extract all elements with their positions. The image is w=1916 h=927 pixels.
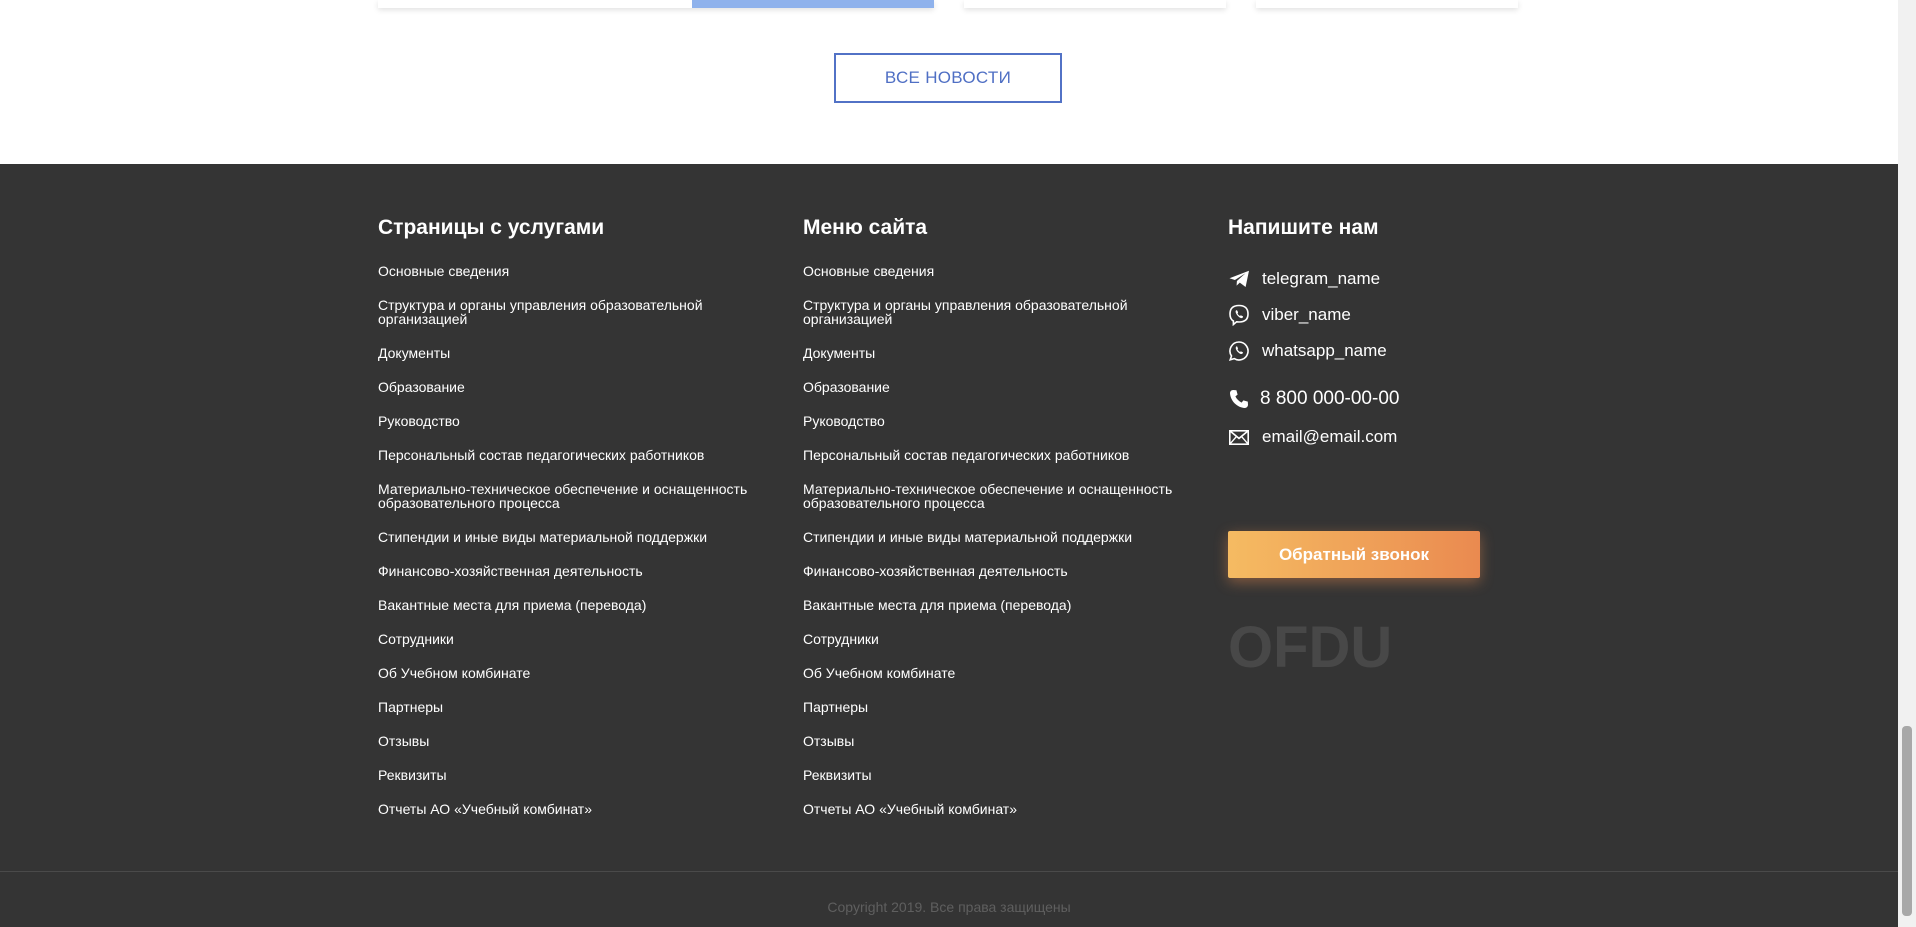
whatsapp-link[interactable]: whatsapp_name [1228,338,1528,364]
news-section-bottom: ВСЕ НОВОСТИ [0,0,1898,164]
news-card[interactable] [964,0,1226,8]
menu-link[interactable]: Партнеры [803,700,1203,714]
services-link[interactable]: Вакантные места для приема (перевода) [378,598,778,612]
services-link[interactable]: Партнеры [378,700,778,714]
telegram-link[interactable]: telegram_name [1228,266,1528,292]
menu-link[interactable]: Образование [803,380,1203,394]
whatsapp-icon [1228,340,1250,362]
menu-link[interactable]: Руководство [803,414,1203,428]
services-link[interactable]: Основные сведения [378,264,778,278]
services-link[interactable]: Отчеты АО «Учебный комбинат» [378,802,778,816]
callback-button[interactable]: Обратный звонок [1228,531,1480,578]
menu-link[interactable]: Финансово-хозяйственная деятельность [803,564,1203,578]
footer-divider [0,871,1898,872]
services-link[interactable]: Персональный состав педагогических работ… [378,448,778,462]
phone-icon [1228,388,1250,410]
viber-name: viber_name [1262,305,1351,324]
services-link[interactable]: Об Учебном комбинате [378,666,778,680]
viber-link[interactable]: viber_name [1228,302,1528,328]
scrollbar-thumb[interactable] [1902,726,1912,916]
menu-link[interactable]: Документы [803,346,1203,360]
services-link[interactable]: Образование [378,380,778,394]
menu-title: Меню сайта [803,216,928,239]
menu-link[interactable]: Об Учебном комбинате [803,666,1203,680]
telegram-name: telegram_name [1262,269,1381,288]
menu-links: Основные сведения Структура и органы упра… [803,264,1203,816]
services-link[interactable]: Финансово-хозяйственная деятельность [378,564,778,578]
menu-link[interactable]: Отзывы [803,734,1203,748]
services-link[interactable]: Документы [378,346,778,360]
copyright-text: Copyright 2019. Все права защищены [827,899,1071,915]
services-title: Страницы с услугами [378,216,605,239]
services-link[interactable]: Структура и органы управления образовате… [378,298,778,326]
menu-link[interactable]: Вакантные места для приема (перевода) [803,598,1203,612]
envelope-icon [1228,426,1250,448]
services-links: Основные сведения Структура и органы упра… [378,264,778,816]
menu-link[interactable]: Материально-техническое обеспечение и ос… [803,482,1203,510]
site-logo[interactable]: OFDU [1228,619,1392,677]
menu-link[interactable]: Отчеты АО «Учебный комбинат» [803,802,1203,816]
menu-column: Меню сайта Основные сведения Структура и … [803,214,1203,836]
services-link[interactable]: Сотрудники [378,632,778,646]
services-link[interactable]: Стипендии и иные виды материальной подде… [378,530,778,544]
email-link[interactable]: email@email.com [1228,424,1528,450]
scrollbar[interactable] [1898,0,1916,927]
phone-number: 8 800 000-00-00 [1260,388,1400,409]
news-card[interactable] [378,0,934,8]
viber-icon [1228,304,1250,326]
contact-title: Напишите нам [1228,216,1379,239]
phone-link[interactable]: 8 800 000-00-00 [1228,386,1528,412]
services-link[interactable]: Материально-техническое обеспечение и ос… [378,482,778,510]
menu-link[interactable]: Структура и органы управления образовате… [803,298,1203,326]
all-news-button[interactable]: ВСЕ НОВОСТИ [834,53,1062,103]
menu-link[interactable]: Реквизиты [803,768,1203,782]
menu-link[interactable]: Персональный состав педагогических работ… [803,448,1203,462]
menu-link[interactable]: Основные сведения [803,264,1203,278]
services-column: Страницы с услугами Основные сведения Стр… [378,214,778,836]
telegram-icon [1228,268,1250,290]
site-footer: Страницы с услугами Основные сведения Стр… [0,164,1898,927]
email-address: email@email.com [1262,427,1398,446]
menu-link[interactable]: Стипендии и иные виды материальной подде… [803,530,1203,544]
news-card-image [692,0,934,8]
whatsapp-name: whatsapp_name [1262,341,1387,360]
services-link[interactable]: Руководство [378,414,778,428]
services-link[interactable]: Отзывы [378,734,778,748]
contact-column: Напишите нам telegram_name viber_name wh… [1228,214,1528,677]
menu-link[interactable]: Сотрудники [803,632,1203,646]
news-card[interactable] [1256,0,1518,8]
services-link[interactable]: Реквизиты [378,768,778,782]
